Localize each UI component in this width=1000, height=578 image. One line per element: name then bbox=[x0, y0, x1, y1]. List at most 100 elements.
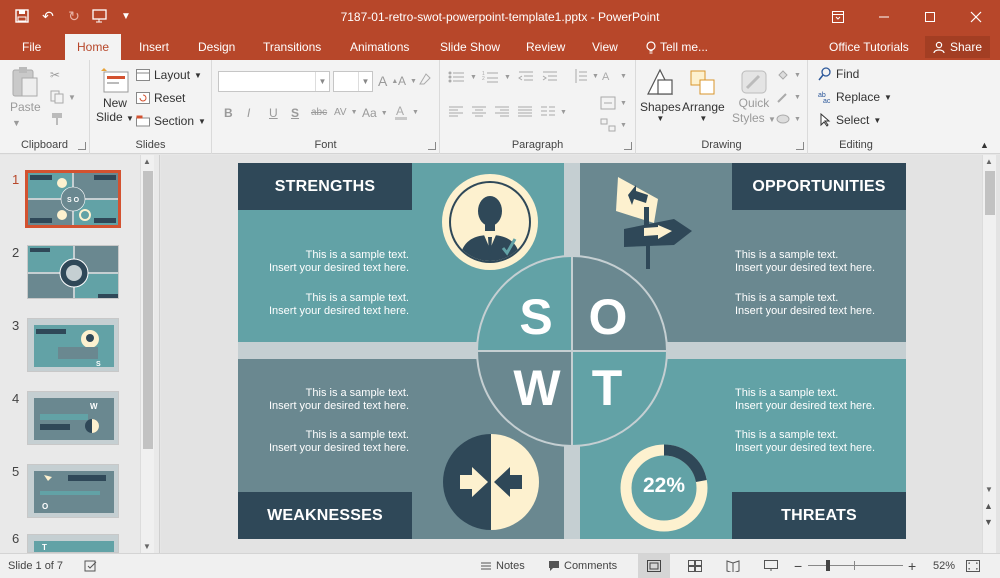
shape-effects-icon[interactable]: ▼ bbox=[776, 112, 801, 126]
find-button[interactable]: Find bbox=[818, 67, 859, 81]
tell-me-box[interactable]: Tell me... bbox=[634, 34, 720, 60]
scroll-up-icon[interactable]: ▲ bbox=[143, 157, 151, 166]
decrease-font-size-button[interactable]: A ▼ bbox=[398, 74, 417, 88]
shape-outline-icon[interactable]: ▼ bbox=[776, 90, 801, 104]
text-shadow-button[interactable]: S bbox=[291, 106, 299, 120]
close-button[interactable] bbox=[953, 0, 999, 34]
decrease-indent-icon[interactable] bbox=[518, 70, 534, 84]
clipboard-launcher-icon[interactable] bbox=[78, 142, 86, 150]
clear-formatting-icon[interactable] bbox=[418, 72, 432, 86]
paragraph-launcher-icon[interactable] bbox=[624, 142, 632, 150]
align-text-icon[interactable]: ▼ bbox=[600, 96, 627, 110]
copy-icon[interactable]: ▼ bbox=[50, 90, 76, 104]
reading-view-icon[interactable] bbox=[720, 554, 746, 578]
tab-slide-show[interactable]: Slide Show bbox=[428, 34, 512, 60]
paste-button[interactable]: Paste bbox=[10, 66, 41, 114]
zoom-out-button[interactable]: − bbox=[794, 554, 802, 578]
font-launcher-icon[interactable] bbox=[428, 142, 436, 150]
sample-line: This is a sample text. bbox=[735, 387, 839, 399]
layout-button[interactable]: Layout ▼ bbox=[136, 68, 202, 82]
bold-button[interactable]: B bbox=[224, 106, 233, 120]
underline-button[interactable]: U bbox=[269, 106, 278, 120]
maximize-button[interactable] bbox=[907, 0, 953, 34]
cut-icon[interactable]: ✂ bbox=[50, 68, 60, 82]
tab-review[interactable]: Review bbox=[514, 34, 577, 60]
tab-transitions[interactable]: Transitions bbox=[251, 34, 333, 60]
align-left-icon[interactable] bbox=[448, 106, 464, 118]
font-size-input[interactable]: ▼ bbox=[333, 71, 373, 92]
shape-fill-icon[interactable]: ▼ bbox=[776, 68, 801, 82]
share-button[interactable]: Share bbox=[924, 36, 990, 58]
reset-button[interactable]: Reset bbox=[136, 91, 185, 105]
format-painter-icon[interactable] bbox=[50, 112, 64, 126]
slide-thumbnail-2[interactable] bbox=[27, 245, 119, 299]
comments-button[interactable]: Comments bbox=[548, 554, 617, 578]
columns-icon[interactable]: ▼ bbox=[540, 106, 567, 118]
character-spacing-button[interactable]: AV ▼ bbox=[334, 107, 358, 118]
drawing-launcher-icon[interactable] bbox=[796, 142, 804, 150]
tab-animations[interactable]: Animations bbox=[338, 34, 421, 60]
paragraph-group-label: Paragraph bbox=[511, 139, 564, 151]
font-name-input[interactable]: ▼ bbox=[218, 71, 330, 92]
slide-sorter-icon[interactable] bbox=[682, 554, 708, 578]
section-button[interactable]: Section ▼ bbox=[136, 114, 206, 128]
increase-font-size-button[interactable]: A ▲ bbox=[378, 73, 398, 89]
bullets-button[interactable]: ▼ bbox=[448, 70, 477, 84]
notes-button[interactable]: Notes bbox=[480, 554, 525, 578]
slide-thumbnail-6[interactable]: T bbox=[27, 534, 119, 553]
minimize-button[interactable] bbox=[861, 0, 907, 34]
slide-thumbnail-3[interactable]: S bbox=[27, 318, 119, 372]
strikethrough-button[interactable]: abc bbox=[311, 107, 327, 118]
normal-view-icon[interactable] bbox=[638, 554, 670, 578]
change-case-button[interactable]: Aa ▼ bbox=[362, 106, 388, 120]
previous-slide-icon[interactable]: ▲ bbox=[984, 501, 993, 511]
thumbnails-scrollbar[interactable]: ▲ ▼ bbox=[140, 155, 154, 553]
align-right-icon[interactable] bbox=[494, 106, 510, 118]
ribbon-display-options-icon[interactable] bbox=[815, 0, 861, 34]
justify-icon[interactable] bbox=[517, 106, 533, 118]
slide-thumbnail-4[interactable]: W bbox=[27, 391, 119, 445]
numbering-button[interactable]: 1 2 ▼ bbox=[482, 70, 511, 84]
zoom-in-button[interactable]: + bbox=[908, 554, 916, 578]
tab-insert[interactable]: Insert bbox=[127, 34, 181, 60]
text-direction-icon[interactable]: A ▼ bbox=[600, 68, 627, 84]
slide-thumbnail-1[interactable]: S O bbox=[25, 170, 121, 228]
editor-scrollbar[interactable]: ▲ ▼ ▲ ▼ bbox=[982, 155, 996, 553]
zoom-slider[interactable] bbox=[808, 554, 903, 578]
weaknesses-text-2: This is a sample text. Insert your desir… bbox=[258, 429, 409, 455]
proofing-icon[interactable] bbox=[84, 554, 98, 578]
line-spacing-icon[interactable]: ▼ bbox=[572, 68, 599, 84]
scroll-up-icon[interactable]: ▲ bbox=[985, 157, 993, 166]
select-button[interactable]: Select ▼ bbox=[818, 113, 881, 127]
status-bar: Slide 1 of 7 Notes Comments − + 52% bbox=[0, 553, 1000, 578]
tab-view[interactable]: View bbox=[580, 34, 630, 60]
new-slide-button[interactable]: New Slide ▼ bbox=[96, 68, 134, 126]
sample-line: Insert your desired text here. bbox=[268, 400, 409, 412]
svg-text:W: W bbox=[90, 402, 98, 411]
zoom-level[interactable]: 52% bbox=[933, 554, 955, 578]
scroll-down-icon[interactable]: ▼ bbox=[143, 542, 151, 551]
arrange-button[interactable]: Arrange ▼ bbox=[682, 68, 725, 123]
scroll-down-icon[interactable]: ▼ bbox=[985, 485, 993, 494]
smartart-icon[interactable]: ▼ bbox=[600, 118, 627, 132]
increase-indent-icon[interactable] bbox=[542, 70, 558, 84]
editor-scroll-thumb[interactable] bbox=[985, 171, 995, 215]
next-slide-icon[interactable]: ▼ bbox=[984, 517, 993, 527]
tab-file[interactable]: File bbox=[10, 34, 53, 60]
quick-styles-button[interactable]: Quick Styles ▼ bbox=[732, 68, 776, 127]
thumbnails-scroll-thumb[interactable] bbox=[143, 171, 153, 449]
shapes-button[interactable]: Shapes ▼ bbox=[640, 68, 681, 123]
slide-canvas[interactable]: STRENGTHS OPPORTUNITIES WEAKNESSES THREA… bbox=[238, 163, 906, 539]
font-color-button[interactable]: A ▼ bbox=[394, 104, 419, 120]
slide-thumbnail-5[interactable]: O bbox=[27, 464, 119, 518]
replace-button[interactable]: ab ac Replace ▼ bbox=[818, 90, 892, 104]
align-center-icon[interactable] bbox=[471, 106, 487, 118]
tab-design[interactable]: Design bbox=[186, 34, 247, 60]
tab-home[interactable]: Home bbox=[65, 34, 122, 61]
collapse-ribbon-icon[interactable]: ▲ bbox=[980, 140, 989, 150]
account-name[interactable]: Office Tutorials bbox=[817, 34, 921, 60]
fit-slide-icon[interactable] bbox=[966, 554, 980, 578]
italic-button[interactable]: I bbox=[247, 106, 250, 120]
slide-show-icon[interactable] bbox=[758, 554, 784, 578]
zoom-slider-thumb[interactable] bbox=[826, 560, 830, 571]
